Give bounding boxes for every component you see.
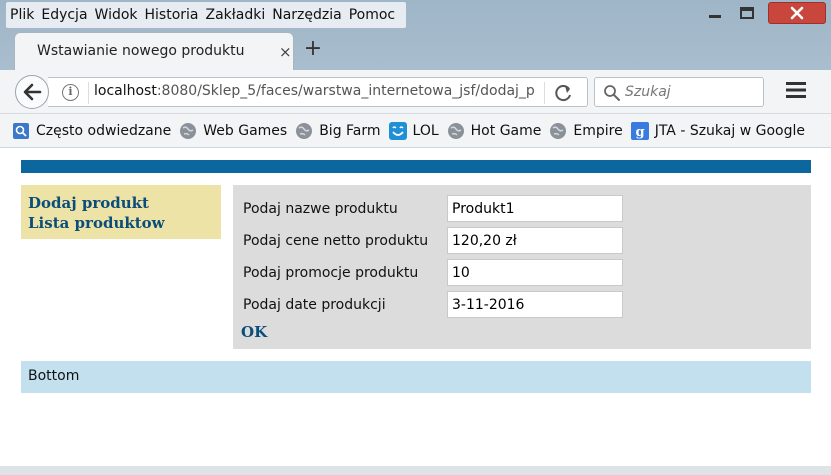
footer: Bottom (21, 361, 811, 393)
menu-historia[interactable]: Historia (145, 3, 206, 27)
google-icon: g (630, 121, 649, 140)
tab-title: Wstawianie nowego produktu (37, 43, 245, 59)
promo-label: Podaj promocje produktu (243, 265, 419, 281)
side-menu: Dodaj produkt Lista produktow (21, 185, 221, 239)
tab-strip: Wstawianie nowego produktu × + (0, 30, 831, 72)
info-icon[interactable]: i (62, 84, 79, 101)
globe-icon (295, 122, 313, 140)
frequent-icon (12, 122, 30, 140)
date-label: Podaj date produkcji (243, 297, 386, 313)
bookmark-hot-game[interactable]: Hot Game (447, 122, 542, 140)
bookmark-label: JTA - Szukaj w Google (654, 122, 805, 139)
close-window-button[interactable] (768, 2, 826, 24)
hamburger-menu-icon[interactable] (786, 82, 806, 98)
url-host: localhost (94, 83, 157, 99)
globe-icon (549, 122, 567, 140)
bookmark-label: Web Games (203, 122, 288, 139)
page-content: Dodaj produkt Lista produktow Podaj nazw… (0, 148, 831, 466)
menu-pomoc[interactable]: Pomoc (349, 3, 402, 27)
bookmark-czesto-odwiedzane[interactable]: Często odwiedzane (12, 122, 171, 140)
product-form: Podaj nazwe produktu Podaj cene netto pr… (233, 185, 811, 349)
globe-icon (447, 122, 465, 140)
header-banner (21, 160, 811, 173)
footer-text: Bottom (28, 368, 80, 384)
tab-active[interactable]: Wstawianie nowego produktu × (14, 32, 294, 72)
product-list-link[interactable]: Lista produktow (28, 213, 221, 233)
bookmarks-bar: Często odwiedzane Web Games Big Farm LOL… (0, 114, 831, 148)
minimize-button[interactable] (700, 2, 730, 24)
price-input[interactable] (447, 227, 623, 254)
bookmark-empire[interactable]: Empire (549, 122, 623, 140)
new-tab-button[interactable]: + (300, 38, 326, 62)
promo-input[interactable] (447, 259, 623, 286)
menu-zakladki[interactable]: Zakładki (206, 3, 273, 27)
bookmark-big-farm[interactable]: Big Farm (295, 122, 381, 140)
search-icon (604, 85, 620, 101)
globe-icon (179, 122, 197, 140)
window-bottom-edge (0, 466, 831, 475)
name-input[interactable] (447, 195, 623, 222)
search-bar[interactable]: Szukaj (594, 77, 764, 107)
bookmark-label: Hot Game (470, 122, 542, 139)
price-label: Podaj cene netto produktu (243, 233, 429, 249)
add-product-link[interactable]: Dodaj produkt (28, 193, 221, 213)
menu-bar: Plik Edycja Widok Historia Zakładki Narz… (6, 2, 407, 28)
reload-icon[interactable] (554, 83, 574, 103)
title-bar: Plik Edycja Widok Historia Zakładki Narz… (0, 0, 831, 30)
bookmark-label: Big Farm (319, 122, 381, 139)
maximize-button[interactable] (732, 2, 762, 24)
url-divider (544, 82, 545, 104)
back-button[interactable] (15, 75, 49, 109)
bookmark-jta-google[interactable]: g JTA - Szukaj w Google (630, 121, 805, 140)
menu-edycja[interactable]: Edycja (41, 3, 94, 27)
smiley-icon (388, 121, 407, 140)
url-separator (88, 82, 89, 104)
minimize-icon (709, 15, 721, 18)
svg-text:g: g (635, 125, 644, 140)
name-label: Podaj nazwe produktu (243, 201, 398, 217)
url-path: :8080/Sklep_5/faces/warstwa_internetowa_… (156, 83, 535, 99)
url-text[interactable]: localhost:8080/Sklep_5/faces/warstwa_int… (94, 83, 535, 99)
bookmark-web-games[interactable]: Web Games (179, 122, 287, 140)
tab-close-icon[interactable]: × (279, 43, 292, 61)
bookmark-label: Często odwiedzane (36, 122, 172, 139)
ok-button[interactable]: OK (241, 323, 267, 341)
url-bar[interactable]: i localhost:8080/Sklep_5/faces/warstwa_i… (48, 77, 588, 107)
bookmark-label: Empire (573, 122, 623, 139)
bookmark-lol[interactable]: LOL (388, 121, 439, 140)
search-placeholder: Szukaj (625, 84, 671, 100)
menu-plik[interactable]: Plik (10, 3, 41, 27)
nav-bar: i localhost:8080/Sklep_5/faces/warstwa_i… (0, 70, 831, 114)
date-input[interactable] (447, 291, 623, 318)
restore-icon (740, 7, 754, 19)
back-arrow-icon (23, 83, 42, 101)
menu-narzedzia[interactable]: Narzędzia (272, 3, 348, 27)
close-icon (790, 6, 804, 20)
menu-widok[interactable]: Widok (95, 3, 145, 27)
bookmark-label: LOL (412, 122, 439, 139)
